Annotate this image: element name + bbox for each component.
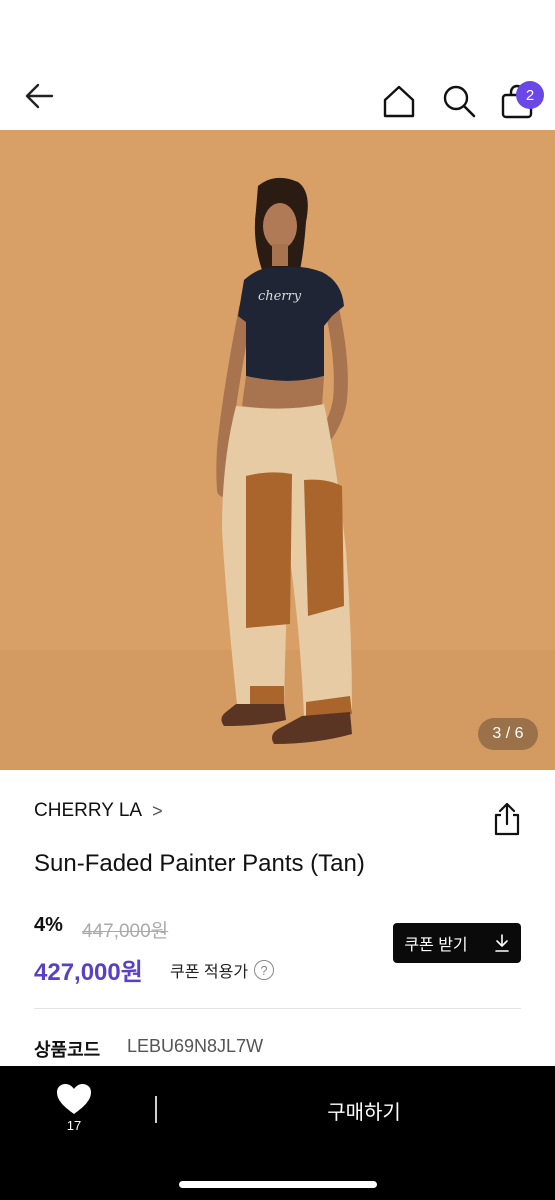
image-pager-indicator: 3 / 6 xyxy=(478,718,538,750)
chevron-right-icon: > xyxy=(152,800,163,821)
svg-text:cherry: cherry xyxy=(258,289,302,304)
brand-link[interactable]: CHERRY LA > xyxy=(34,800,163,822)
product-image-gallery[interactable]: cherry 3 / 6 xyxy=(0,130,555,770)
heart-icon xyxy=(57,1084,91,1114)
download-icon xyxy=(494,934,509,952)
like-count: 17 xyxy=(66,1118,82,1133)
sale-price: 427,000원 xyxy=(34,959,143,986)
original-price: 447,000원 xyxy=(82,921,169,942)
product-photo: cherry xyxy=(0,130,555,770)
home-icon[interactable] xyxy=(378,80,420,122)
help-icon[interactable]: ? xyxy=(254,960,275,980)
bar-divider xyxy=(155,1096,157,1123)
brand-name: CHERRY LA xyxy=(34,800,143,821)
get-coupon-label: 쿠폰 받기 xyxy=(404,937,468,954)
section-divider xyxy=(34,1008,521,1009)
product-title: Sun-Faded Painter Pants (Tan) xyxy=(34,850,365,877)
home-indicator xyxy=(179,1181,377,1188)
product-code-value: LEBU69N8JL7W xyxy=(127,1036,264,1056)
cart-count-badge: 2 xyxy=(516,81,544,109)
top-navigation-bar: 2 xyxy=(0,0,555,130)
share-icon[interactable] xyxy=(488,800,526,838)
buy-button[interactable]: 구매하기 xyxy=(180,1090,548,1130)
product-code-label: 상품코드 xyxy=(34,1040,101,1060)
back-arrow-icon[interactable] xyxy=(20,76,60,116)
coupon-applicable-label: 쿠폰 적용가 ? xyxy=(170,958,275,982)
get-coupon-button[interactable]: 쿠폰 받기 xyxy=(393,923,521,963)
search-icon[interactable] xyxy=(438,80,480,122)
coupon-applicable-text: 쿠폰 적용가 xyxy=(170,964,249,981)
like-button[interactable]: 17 xyxy=(52,1082,96,1142)
discount-rate: 4% xyxy=(34,914,63,936)
